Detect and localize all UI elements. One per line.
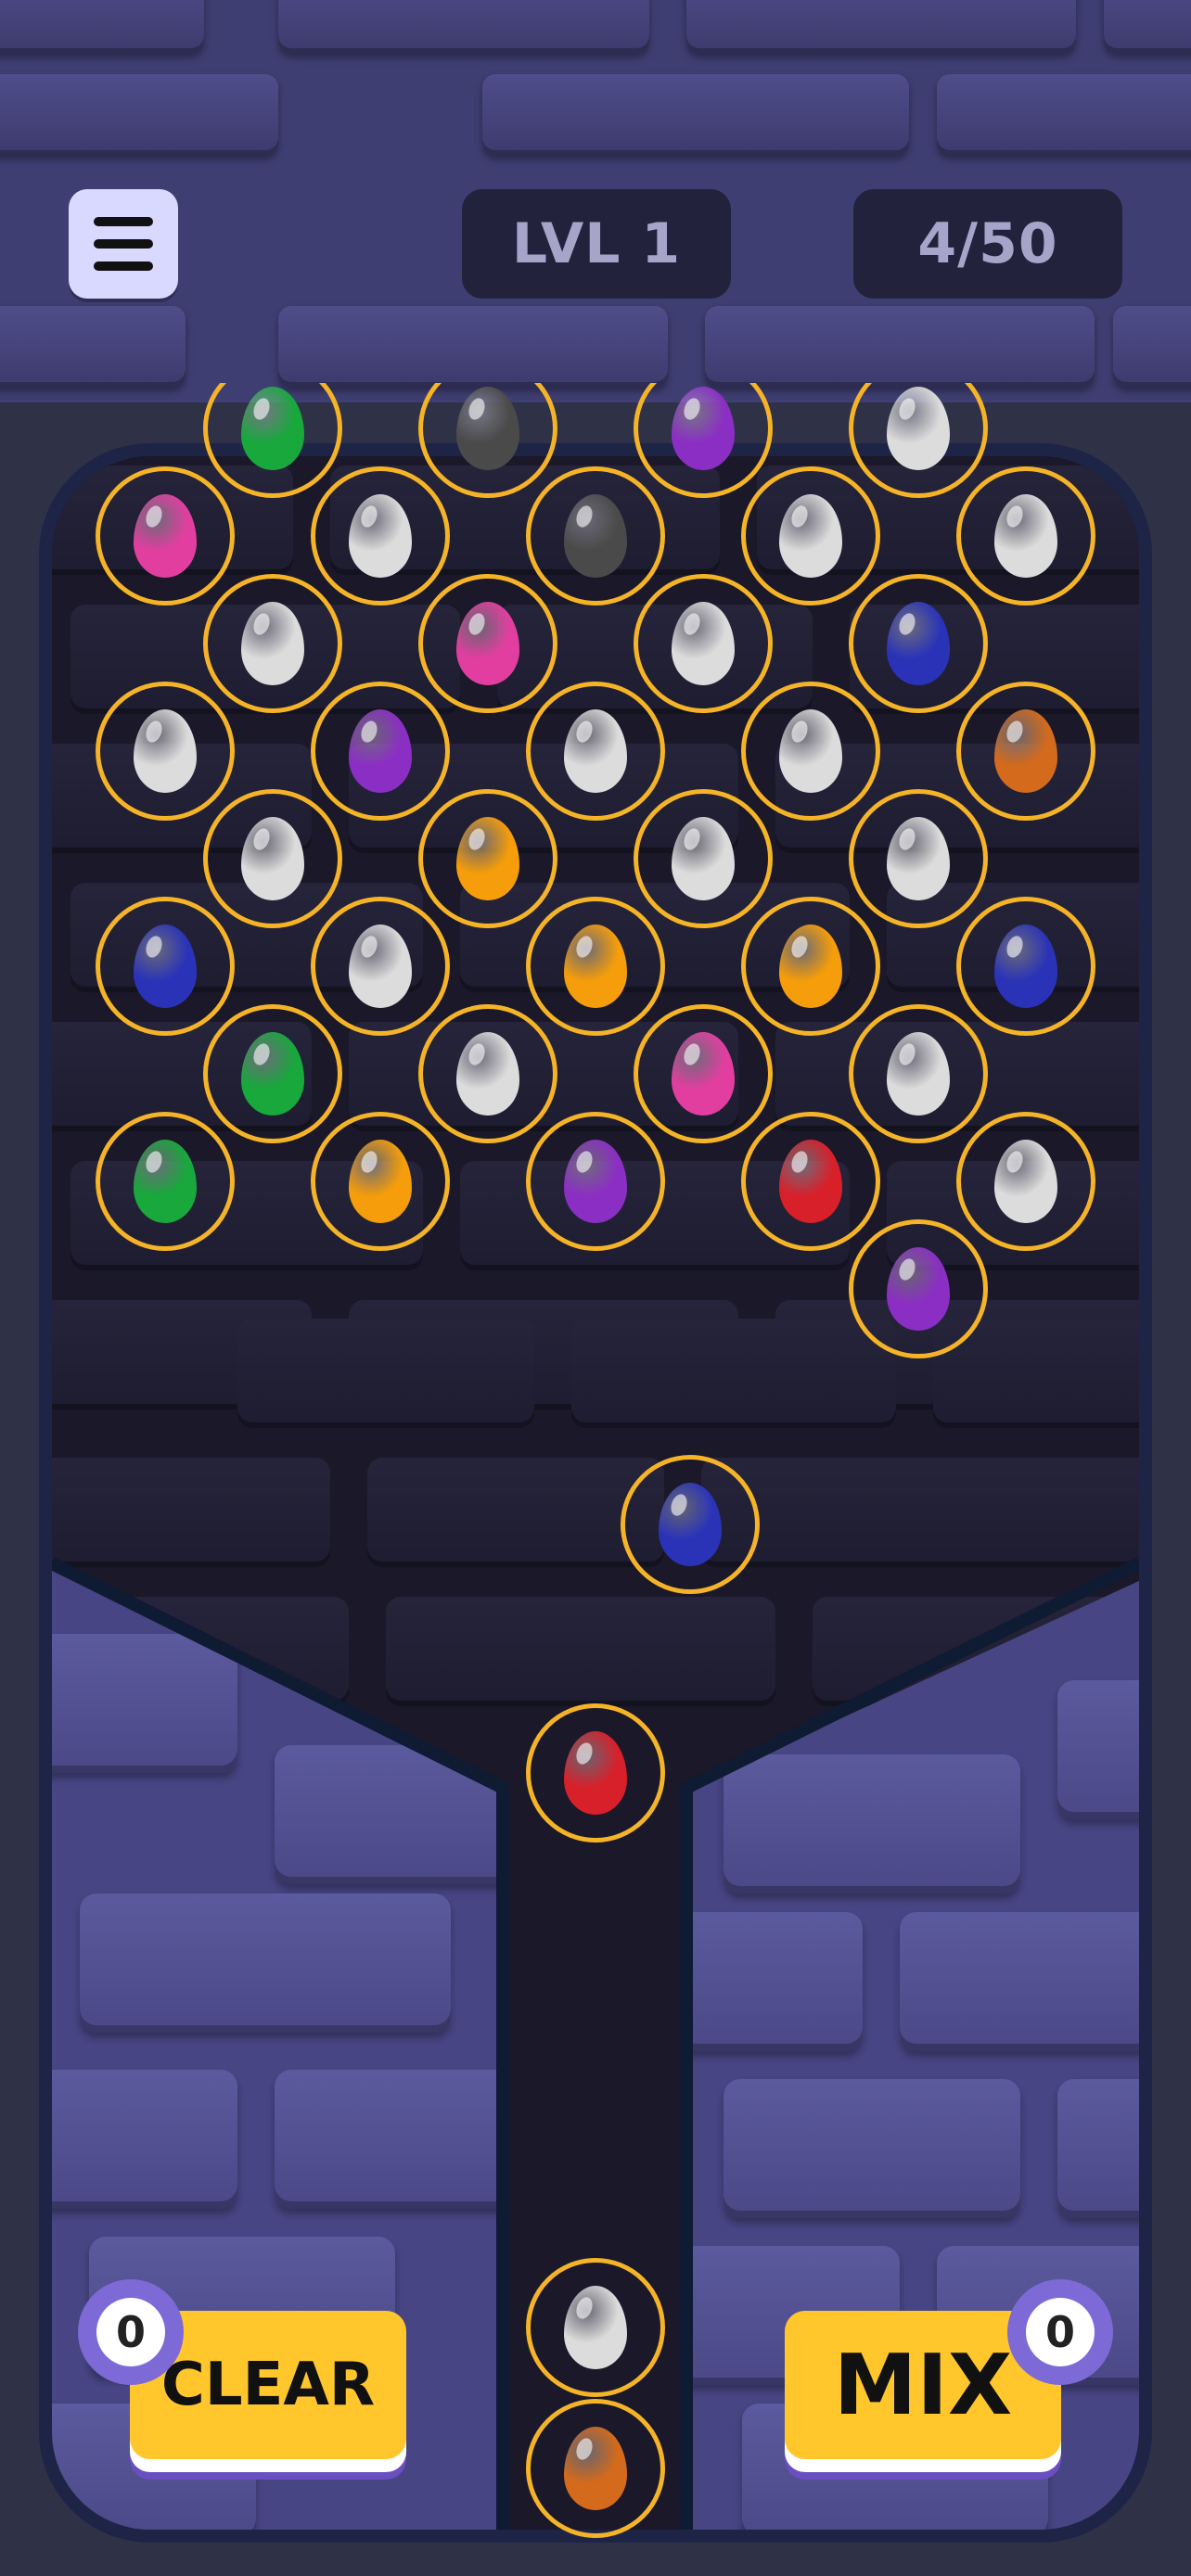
egg-white bbox=[564, 709, 627, 793]
mix-count: 0 bbox=[1026, 2298, 1095, 2366]
clear-label: CLEAR bbox=[160, 2351, 376, 2419]
egg-white bbox=[134, 709, 197, 793]
mix-label: MIX bbox=[833, 2336, 1013, 2434]
bubble-gray bbox=[526, 466, 665, 606]
bubble-white bbox=[741, 466, 880, 606]
bubble-red bbox=[741, 1112, 880, 1251]
egg-white bbox=[241, 602, 304, 685]
menu-icon-line bbox=[94, 261, 153, 271]
egg-white bbox=[349, 925, 412, 1008]
menu-icon-line bbox=[94, 217, 153, 226]
egg-gray bbox=[564, 494, 627, 578]
egg-purple bbox=[672, 387, 735, 470]
clear-count-badge: 0 bbox=[78, 2279, 184, 2385]
egg-white bbox=[456, 1032, 519, 1116]
bubble-white bbox=[311, 897, 450, 1036]
bubble-white bbox=[956, 466, 1095, 606]
egg-red bbox=[564, 1731, 627, 1815]
egg-pink bbox=[134, 494, 197, 578]
header-bar: LVL 1 4/50 bbox=[0, 0, 1191, 402]
egg-green bbox=[134, 1140, 197, 1223]
egg-blue bbox=[887, 602, 950, 685]
egg-white bbox=[994, 1140, 1057, 1223]
clear-count: 0 bbox=[96, 2298, 165, 2366]
egg-white bbox=[994, 494, 1057, 578]
level-indicator: LVL 1 bbox=[462, 189, 731, 299]
egg-white bbox=[887, 387, 950, 470]
egg-blue bbox=[134, 925, 197, 1008]
bubble-yellow bbox=[741, 897, 880, 1036]
egg-white bbox=[672, 602, 735, 685]
bubble-white bbox=[203, 574, 342, 713]
bubble-white bbox=[203, 789, 342, 928]
bubble-yellow bbox=[526, 897, 665, 1036]
bubble-orange bbox=[956, 682, 1095, 821]
egg-white bbox=[672, 817, 735, 900]
bubble-yellow bbox=[311, 1112, 450, 1251]
bubble-white bbox=[96, 682, 235, 821]
flying-bubble bbox=[621, 1455, 760, 1594]
current-bubble bbox=[526, 1703, 665, 1843]
egg-purple bbox=[887, 1247, 950, 1331]
menu-icon-line bbox=[94, 239, 153, 249]
egg-orange bbox=[564, 2427, 627, 2510]
egg-orange bbox=[994, 709, 1057, 793]
bubble-yellow bbox=[418, 789, 557, 928]
egg-yellow bbox=[779, 925, 842, 1008]
egg-white bbox=[779, 494, 842, 578]
egg-yellow bbox=[349, 1140, 412, 1223]
egg-red bbox=[779, 1140, 842, 1223]
egg-white bbox=[779, 709, 842, 793]
egg-purple bbox=[564, 1140, 627, 1223]
egg-green bbox=[241, 387, 304, 470]
egg-purple bbox=[349, 709, 412, 793]
bubble-white bbox=[634, 574, 773, 713]
bubble-white bbox=[526, 682, 665, 821]
bubble-white bbox=[849, 1004, 988, 1143]
egg-green bbox=[241, 1032, 304, 1116]
bubble-purple bbox=[311, 682, 450, 821]
bubble-white bbox=[849, 789, 988, 928]
menu-button[interactable] bbox=[69, 189, 178, 299]
progress-counter: 4/50 bbox=[853, 189, 1122, 299]
queued-bubble bbox=[526, 2399, 665, 2538]
bubble-pink bbox=[418, 574, 557, 713]
bubble-green bbox=[203, 1004, 342, 1143]
queued-bubble bbox=[526, 2258, 665, 2397]
mix-count-badge: 0 bbox=[1007, 2279, 1113, 2385]
bubble-pink bbox=[634, 1004, 773, 1143]
egg-blue bbox=[659, 1483, 722, 1566]
bubble-pink bbox=[96, 466, 235, 606]
egg-yellow bbox=[564, 925, 627, 1008]
bubble-purple bbox=[849, 1219, 988, 1358]
egg-pink bbox=[456, 602, 519, 685]
egg-white bbox=[564, 2286, 627, 2369]
bubble-purple bbox=[526, 1112, 665, 1251]
bubble-white bbox=[418, 1004, 557, 1143]
bubble-white bbox=[956, 1112, 1095, 1251]
bubble-blue bbox=[96, 897, 235, 1036]
egg-pink bbox=[672, 1032, 735, 1116]
bubble-white bbox=[311, 466, 450, 606]
egg-white bbox=[887, 817, 950, 900]
egg-white bbox=[887, 1032, 950, 1116]
egg-gray bbox=[456, 387, 519, 470]
egg-white bbox=[349, 494, 412, 578]
egg-blue bbox=[994, 925, 1057, 1008]
egg-white bbox=[241, 817, 304, 900]
egg-yellow bbox=[456, 817, 519, 900]
bubble-blue bbox=[849, 574, 988, 713]
bubble-white bbox=[741, 682, 880, 821]
bubble-green bbox=[96, 1112, 235, 1251]
bubble-blue bbox=[956, 897, 1095, 1036]
bubble-white bbox=[634, 789, 773, 928]
